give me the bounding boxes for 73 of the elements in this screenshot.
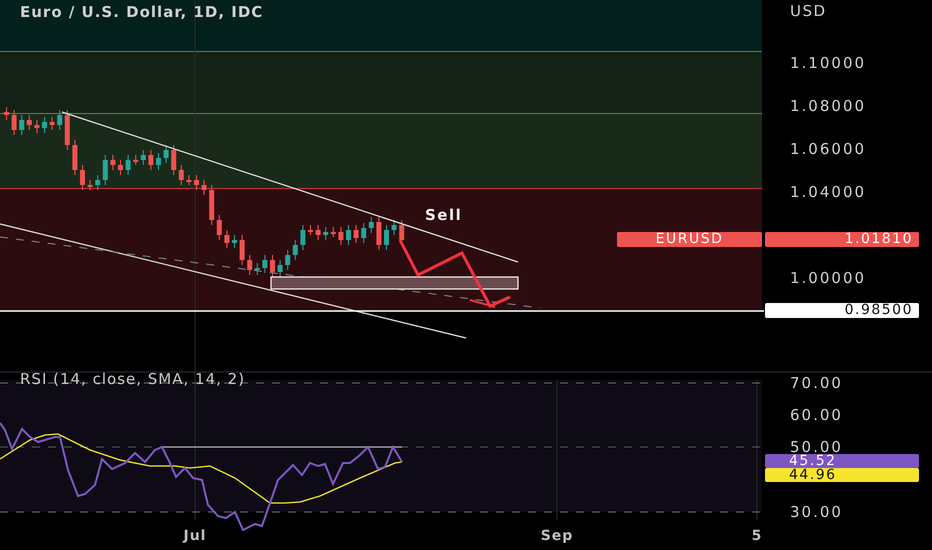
candlestick [232,234,237,248]
candlestick [34,120,40,134]
candlestick [262,254,268,274]
candlestick [202,180,207,196]
time-axis-label: Jul [184,528,206,544]
last-price-badge: 1.01810 [765,232,919,247]
candlestick [102,154,108,186]
target-price-badge: 0.98500 [765,303,919,318]
candlestick [148,150,154,170]
candlestick [292,240,298,260]
candlestick [12,110,17,136]
price-axis-label: 1.00000 [790,269,866,287]
candlestick [323,226,328,240]
currency-label: USD [790,2,827,20]
candlestick [384,224,389,250]
candlestick [247,254,252,276]
candlestick [178,164,184,186]
rsi-axis-label: 60.00 [790,406,843,424]
candlestick [171,144,176,176]
candlestick [376,216,382,250]
candlestick [64,110,70,150]
candlestick [57,110,62,130]
candlestick [133,154,138,166]
candlestick [361,222,366,244]
candlestick [308,224,313,236]
candlestick [368,216,374,234]
candlestick [110,154,116,170]
candlestick [354,224,359,244]
candlestick [4,106,9,120]
rsi-axis-label: 70.00 [790,374,843,392]
candlestick [278,260,283,278]
candlestick [118,160,123,176]
rsi-axis-label: 30.00 [790,503,843,521]
candlestick [186,174,192,186]
sell-annotation: Sell [425,206,462,224]
candlestick [19,114,24,136]
candlestick [330,226,336,238]
candlestick [50,116,55,130]
candlestick [80,164,85,190]
sma-value-badge: 44.96 [765,468,919,482]
candlestick [392,220,397,236]
candlestick [240,234,245,266]
candlestick [316,224,321,240]
candlestick [95,174,100,190]
candlestick [164,144,169,164]
candlestick [209,184,214,226]
candlestick [26,114,32,130]
candlestick [346,224,351,246]
candlestick [224,230,230,248]
symbol-badge: EURUSD [617,232,762,247]
time-axis-label: Sep [540,528,574,544]
candlestick [42,116,47,134]
price-axis-label: 1.10000 [790,54,866,72]
candlestick [216,214,222,240]
candlestick [254,262,260,276]
rsi-title: RSI (14, close, SMA, 14, 2) [20,370,246,388]
rsi-axis-label: 50.00 [790,438,843,456]
candlestick [88,180,93,190]
candlestick [300,224,306,250]
candlestick [72,140,78,176]
price-axis-label: 1.04000 [790,183,866,201]
candlestick [140,150,146,166]
price-axis-label: 1.06000 [790,140,866,158]
candlestick [156,152,161,170]
candlestick [126,154,131,176]
price-axis-label: 1.08000 [790,97,866,115]
time-axis-label: 5 [752,528,762,544]
candlestick [285,250,290,270]
rsi-value-badge: 45.52 [765,454,919,468]
candlestick [194,174,199,190]
candlestick [338,226,344,246]
candlestick [270,254,275,278]
chart-title: Euro / U.S. Dollar, 1D, IDC [20,3,264,21]
